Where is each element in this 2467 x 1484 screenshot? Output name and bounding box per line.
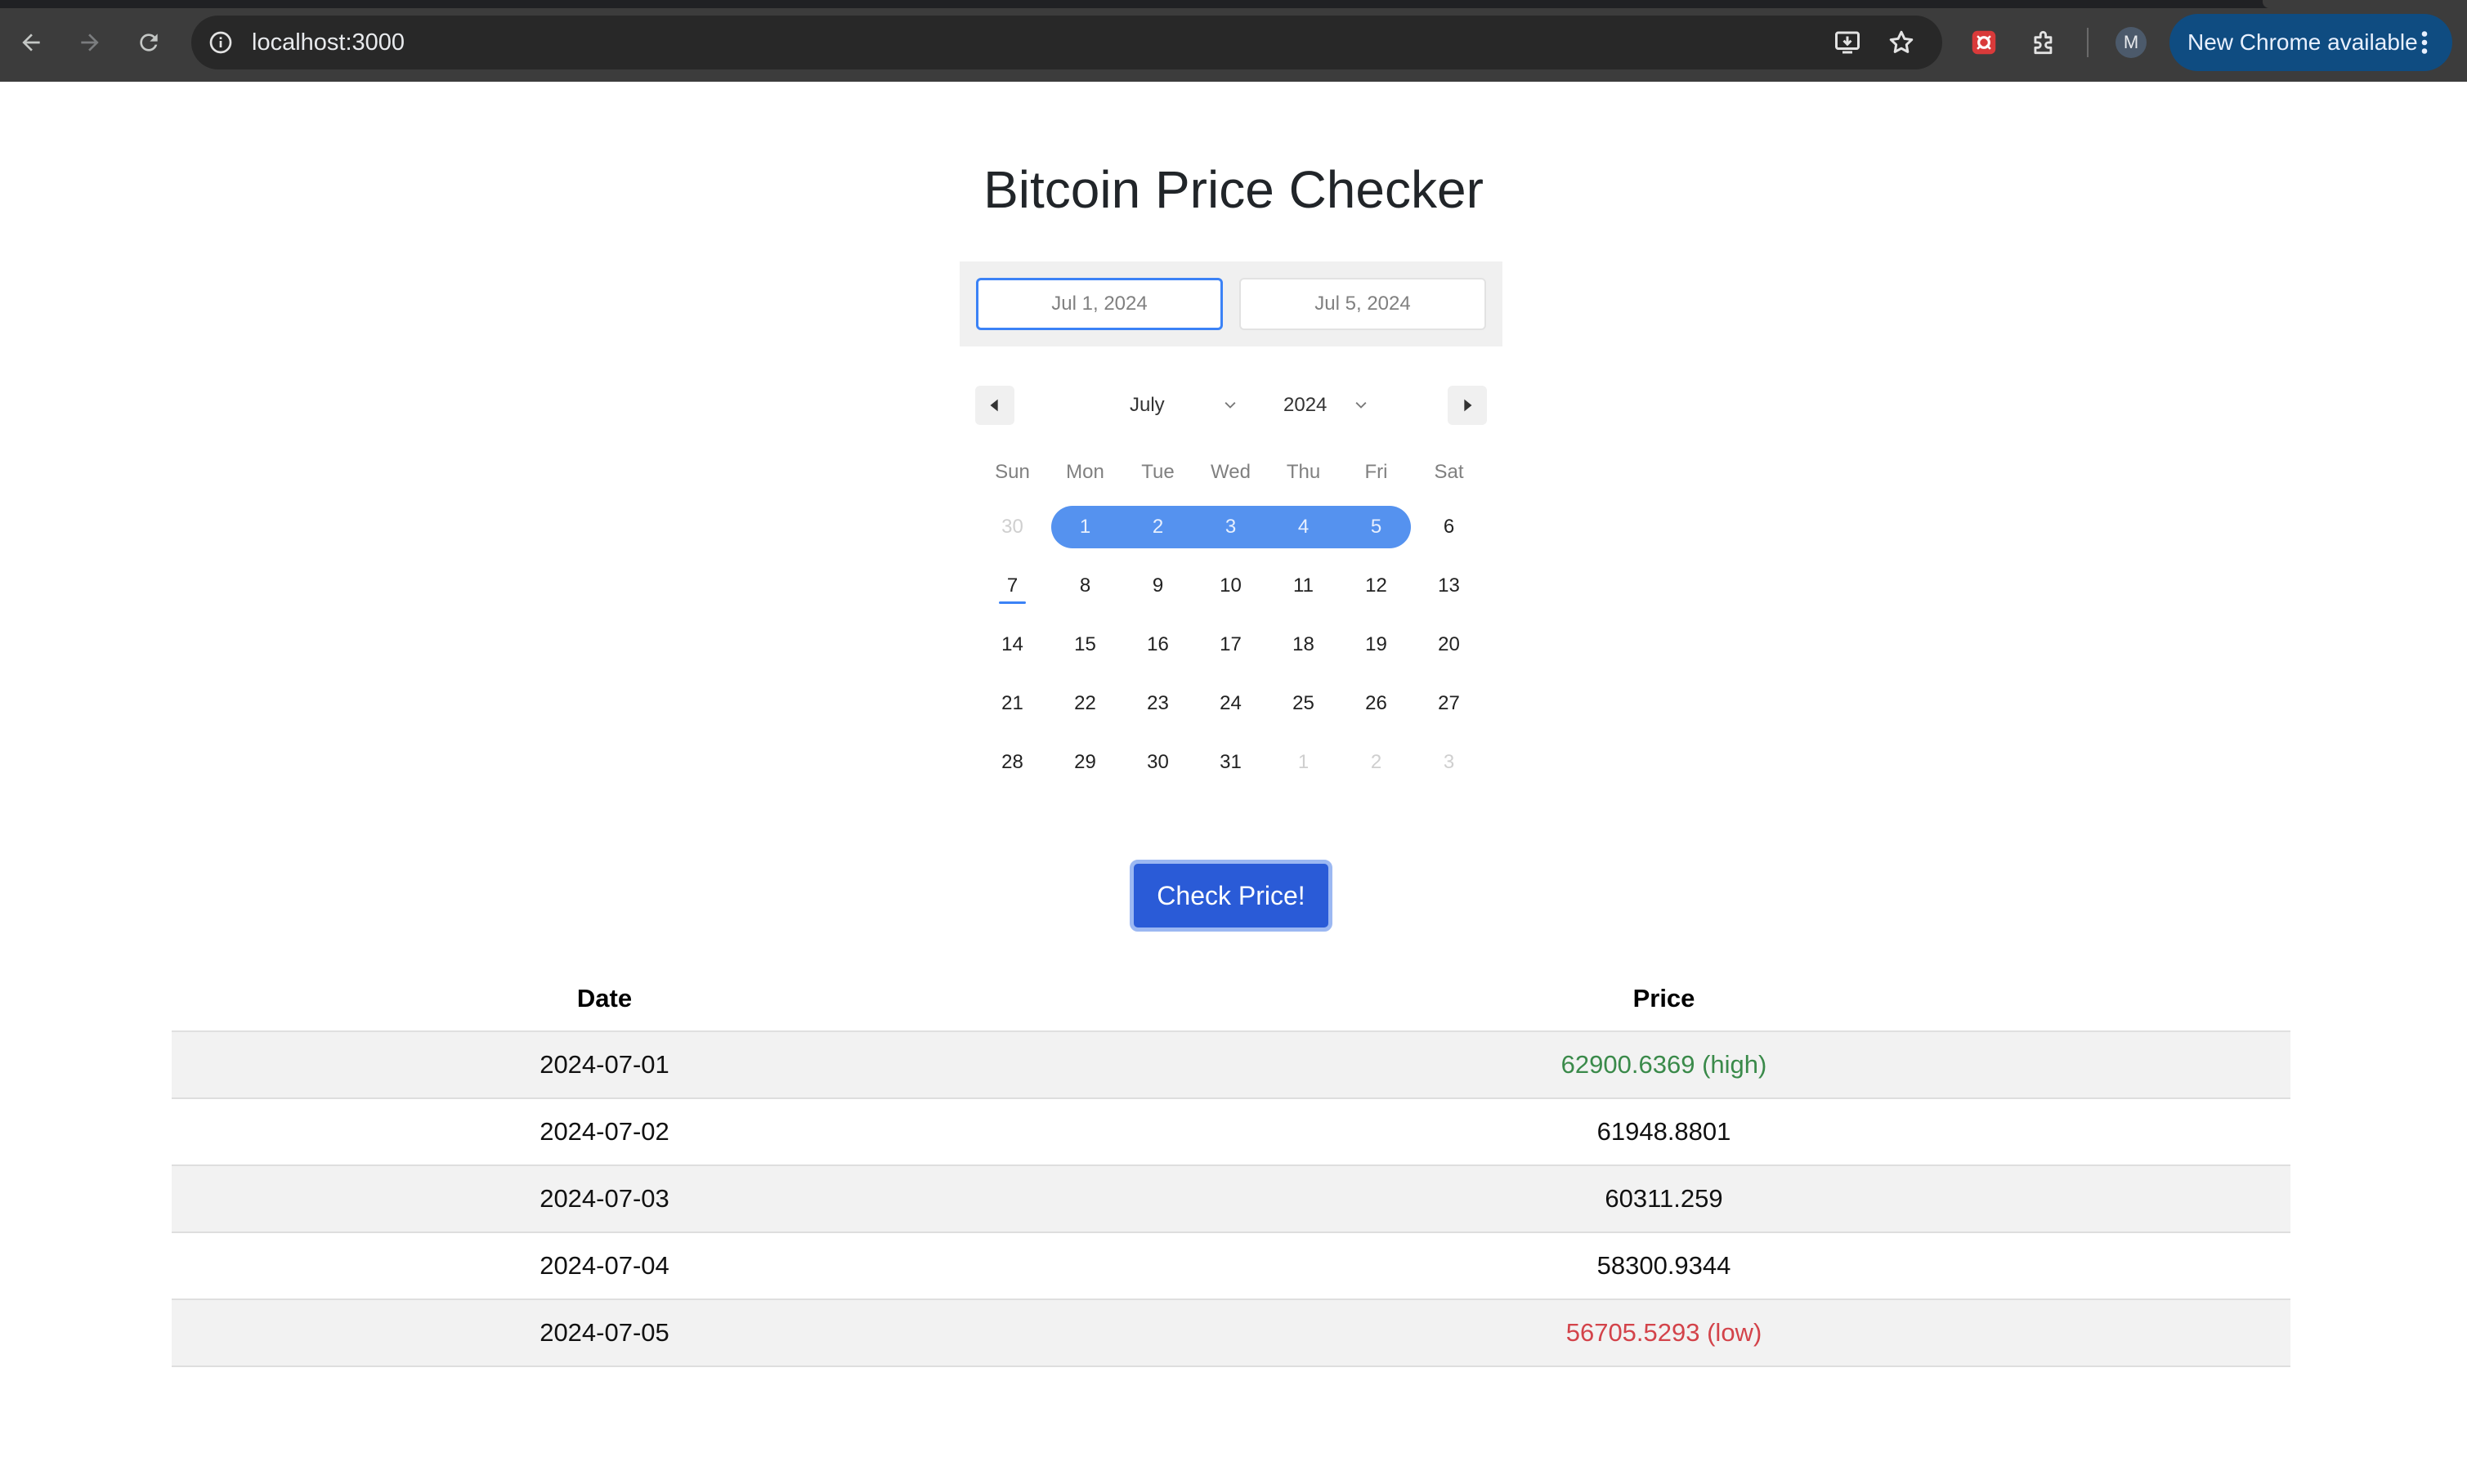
- weekday-header: Fri: [1364, 461, 1388, 483]
- calendar-day[interactable]: 22: [1049, 682, 1122, 725]
- calendar-day[interactable]: 8: [1049, 565, 1122, 607]
- calendar-day[interactable]: 27: [1413, 682, 1485, 725]
- weekday-header: Mon: [1066, 461, 1104, 483]
- calendar-day[interactable]: 17: [1194, 624, 1267, 666]
- back-arrow-icon: [22, 34, 40, 51]
- calendar-day-outside[interactable]: 2: [1340, 741, 1413, 784]
- calendar-day-selected[interactable]: 1: [1049, 506, 1122, 548]
- calendar-day[interactable]: 11: [1267, 565, 1340, 607]
- weekday-header: Tue: [1141, 461, 1175, 483]
- calendar-day[interactable]: 13: [1413, 565, 1485, 607]
- calendar-day[interactable]: 9: [1122, 565, 1194, 607]
- weekday-header: Sun: [995, 461, 1030, 483]
- date-cell: 2024-07-03: [172, 1165, 1037, 1233]
- price-cell-low: 56705.5293 (low): [1037, 1299, 2290, 1367]
- weekday-header: Sat: [1434, 461, 1464, 483]
- calendar-day[interactable]: 10: [1194, 565, 1267, 607]
- start-date-input[interactable]: Jul 1, 2024: [976, 278, 1223, 330]
- year-select[interactable]: 2024: [1283, 391, 1373, 420]
- calendar-day[interactable]: 23: [1122, 682, 1194, 725]
- url-text[interactable]: localhost:3000: [252, 28, 405, 57]
- price-column-header: Price: [1037, 966, 2290, 1032]
- calendar-day-selected[interactable]: 5: [1340, 506, 1413, 548]
- active-tab-edge: [2263, 0, 2467, 8]
- extension-red-icon[interactable]: [1968, 27, 1999, 58]
- month-select[interactable]: July: [1130, 391, 1236, 420]
- table-row: 2024-07-04 58300.9344: [172, 1232, 2290, 1300]
- table-header-row: Date Price: [172, 966, 2290, 1032]
- page-title: Bitcoin Price Checker: [983, 160, 1484, 219]
- install-app-icon[interactable]: [1833, 28, 1862, 57]
- table-row: 2024-07-01 62900.6369 (high): [172, 1031, 2290, 1099]
- chevron-down-icon: [1355, 402, 1367, 409]
- calendar-day[interactable]: 14: [976, 624, 1049, 666]
- forward-arrow-icon: [81, 34, 99, 51]
- weekday-header: Wed: [1211, 461, 1251, 483]
- extensions-puzzle-icon[interactable]: [2029, 27, 2060, 58]
- next-month-button[interactable]: [1448, 386, 1487, 425]
- calendar-day[interactable]: 31: [1194, 741, 1267, 784]
- price-cell: 61948.8801: [1037, 1098, 2290, 1166]
- calendar-day[interactable]: 25: [1267, 682, 1340, 725]
- calendar-day[interactable]: 29: [1049, 741, 1122, 784]
- caret-left-icon: [990, 399, 998, 412]
- tab-strip: [0, 0, 2467, 8]
- calendar-day[interactable]: 18: [1267, 624, 1340, 666]
- date-cell: 2024-07-04: [172, 1232, 1037, 1300]
- table-row: 2024-07-02 61948.8801: [172, 1098, 2290, 1166]
- calendar-day[interactable]: 28: [976, 741, 1049, 784]
- reload-button[interactable]: [131, 25, 167, 60]
- calendar-day[interactable]: 20: [1413, 624, 1485, 666]
- date-cell: 2024-07-01: [172, 1031, 1037, 1099]
- end-date-input[interactable]: Jul 5, 2024: [1239, 278, 1486, 330]
- weekday-header: Thu: [1286, 461, 1321, 483]
- price-cell-high: 62900.6369 (high): [1037, 1031, 2290, 1099]
- calendar-day[interactable]: 26: [1340, 682, 1413, 725]
- date-column-header: Date: [172, 966, 1037, 1032]
- calendar-day[interactable]: 6: [1413, 506, 1485, 548]
- price-cell: 60311.259: [1037, 1165, 2290, 1233]
- date-range-picker: Jul 1, 2024 Jul 5, 2024: [960, 261, 1502, 346]
- back-button[interactable]: [13, 25, 49, 60]
- calendar-day-selected[interactable]: 2: [1122, 506, 1194, 548]
- date-cell: 2024-07-02: [172, 1098, 1037, 1166]
- check-price-button[interactable]: Check Price!: [1130, 860, 1332, 932]
- calendar-day-outside[interactable]: 3: [1413, 741, 1485, 784]
- price-cell: 58300.9344: [1037, 1232, 2290, 1300]
- calendar-day[interactable]: 12: [1340, 565, 1413, 607]
- year-select-value: 2024: [1283, 394, 1328, 416]
- date-cell: 2024-07-05: [172, 1299, 1037, 1367]
- bookmark-star-icon[interactable]: [1887, 28, 1916, 57]
- chevron-down-icon: [1225, 402, 1236, 409]
- calendar-day-outside[interactable]: 30: [976, 506, 1049, 548]
- price-table: Date Price 2024-07-01 62900.6369 (high) …: [172, 966, 2290, 1367]
- site-info-icon[interactable]: [208, 29, 234, 56]
- table-row: 2024-07-03 60311.259: [172, 1165, 2290, 1233]
- calendar-day[interactable]: 30: [1122, 741, 1194, 784]
- kebab-menu-icon[interactable]: [2410, 28, 2439, 57]
- reload-icon: [140, 34, 158, 51]
- calendar-day[interactable]: 24: [1194, 682, 1267, 725]
- previous-month-button[interactable]: [975, 386, 1014, 425]
- calendar-day[interactable]: 7: [976, 565, 1049, 607]
- toolbar-divider: [2087, 28, 2089, 57]
- chrome-update-button[interactable]: New Chrome available: [2169, 14, 2452, 71]
- address-bar[interactable]: localhost:3000: [191, 16, 1942, 69]
- calendar-day-selected[interactable]: 4: [1267, 506, 1340, 548]
- calendar-day-selected[interactable]: 3: [1194, 506, 1267, 548]
- browser-toolbar: localhost:3000 M New Chrome available: [0, 0, 2467, 82]
- profile-avatar[interactable]: M: [2116, 27, 2147, 58]
- forward-button[interactable]: [72, 25, 108, 60]
- calendar-day[interactable]: 15: [1049, 624, 1122, 666]
- caret-right-icon: [1464, 399, 1472, 412]
- calendar-day[interactable]: 19: [1340, 624, 1413, 666]
- calendar-day[interactable]: 21: [976, 682, 1049, 725]
- calendar-day-outside[interactable]: 1: [1267, 741, 1340, 784]
- calendar-day[interactable]: 16: [1122, 624, 1194, 666]
- update-label: New Chrome available: [2187, 29, 2418, 55]
- table-row: 2024-07-05 56705.5293 (low): [172, 1299, 2290, 1367]
- month-select-value: July: [1130, 394, 1165, 416]
